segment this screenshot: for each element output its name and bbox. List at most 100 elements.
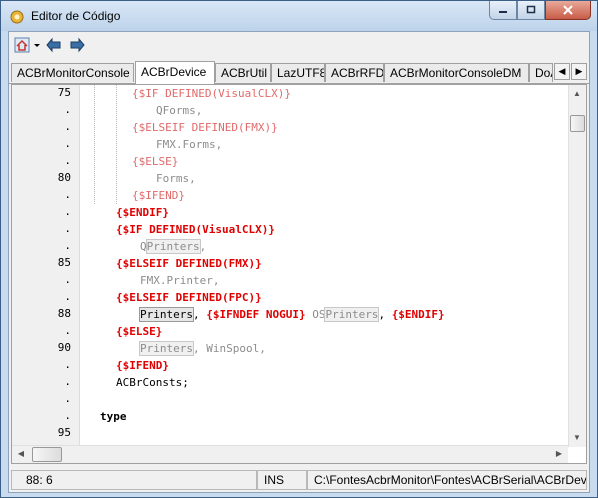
- code-line: type: [100, 408, 127, 425]
- cursor-position: 88: 6: [11, 470, 257, 490]
- highlighted-identifier: Printers: [139, 341, 194, 356]
- home-icon[interactable]: [14, 37, 30, 53]
- keyword: type: [100, 410, 127, 423]
- code-line: Printers, WinSpool,: [139, 340, 266, 357]
- code-line: Forms,: [156, 170, 196, 187]
- line-number: .: [64, 205, 71, 218]
- line-number: .: [64, 324, 71, 337]
- line-number: .: [64, 375, 71, 388]
- directive: {$ELSE}: [116, 325, 163, 338]
- scroll-thumb[interactable]: [32, 447, 62, 462]
- toolbar: [9, 32, 589, 60]
- code-line: FMX.Forms,: [156, 136, 222, 153]
- line-number: .: [64, 188, 71, 201]
- identifier: FMX.Forms,: [156, 138, 223, 151]
- code-editor[interactable]: 75 . . . . 80 . . . . 85 . . 88 . 90 . .…: [11, 84, 587, 464]
- directive: {$IFNDEF NOGUI}: [206, 308, 306, 321]
- directive: {$ELSEIF DEFINED(FPC)}: [116, 291, 262, 304]
- code-line: FMX.Printer,: [140, 272, 219, 289]
- line-number: 80: [57, 171, 71, 184]
- code-line: {$IF DEFINED(VisualCLX)}: [132, 85, 291, 102]
- scroll-down-arrow[interactable]: ▼: [569, 430, 585, 446]
- line-number: .: [64, 392, 71, 405]
- directive: {$ENDIF}: [391, 308, 445, 321]
- tab-scroll-left-button[interactable]: ◀: [554, 63, 570, 80]
- tab-scroll-right-button[interactable]: ▶: [571, 63, 587, 80]
- tab-acbrmonitorconsoledm[interactable]: ACBrMonitorConsoleDM: [384, 63, 529, 82]
- directive: {$ELSEIF DEFINED(FMX)}: [116, 257, 262, 270]
- scroll-right-arrow[interactable]: ▶: [551, 446, 567, 462]
- tab-lazutf8[interactable]: LazUTF8: [271, 63, 325, 82]
- line-number: 75: [57, 86, 71, 99]
- indent-guide: [116, 85, 117, 204]
- editor-window: Editor de Código ACBrMonitorConsole ACBr…: [0, 0, 598, 498]
- code-line: ACBrConsts;: [116, 374, 189, 391]
- tab-acbrutil[interactable]: ACBrUtil: [215, 63, 271, 82]
- highlighted-identifier: Printers: [324, 307, 380, 322]
- line-number: 90: [57, 341, 71, 354]
- code-line: QPrinters,: [140, 238, 206, 255]
- identifier: FMX.Printer,: [140, 274, 220, 287]
- file-tabs: ACBrMonitorConsole ACBrDevice ACBrUtil L…: [9, 61, 589, 84]
- code-line: Printers, {$IFNDEF NOGUI} OSPrinters, {$…: [139, 306, 445, 323]
- line-number: .: [64, 103, 71, 116]
- directive: {$ENDIF}: [116, 206, 169, 219]
- punctuation: ,: [199, 240, 207, 253]
- indent-guide: [94, 85, 95, 204]
- scroll-thumb[interactable]: [570, 115, 585, 132]
- line-number-gutter: 75 . . . . 80 . . . . 85 . . 88 . 90 . .…: [12, 85, 80, 447]
- scroll-up-arrow[interactable]: ▲: [569, 86, 585, 102]
- directive: {$ELSE}: [132, 155, 179, 168]
- punctuation: ,: [378, 308, 392, 321]
- tab-acbrrfd[interactable]: ACBrRFD: [325, 63, 384, 82]
- line-number: .: [64, 273, 71, 286]
- app-icon: [10, 10, 24, 24]
- code-line: {$ENDIF}: [116, 204, 169, 221]
- tab-doa[interactable]: DoA: [529, 63, 553, 82]
- line-number: .: [64, 358, 71, 371]
- identifier: ACBrConsts;: [116, 376, 189, 389]
- dropdown-arrow-icon[interactable]: [32, 37, 42, 53]
- code-area[interactable]: {$IF DEFINED(VisualCLX)} QForms, {$ELSEI…: [82, 85, 568, 447]
- status-bar: 88: 6 INS C:\FontesAcbrMonitor\Fontes\AC…: [9, 467, 589, 492]
- maximize-button[interactable]: [517, 1, 545, 20]
- line-number: 95: [57, 426, 71, 439]
- highlighted-identifier: Printers: [139, 307, 194, 322]
- window-title: Editor de Código: [31, 9, 121, 23]
- line-number: .: [64, 120, 71, 133]
- horizontal-scrollbar[interactable]: ◀ ▶: [12, 445, 568, 463]
- line-number: 85: [57, 256, 71, 269]
- scroll-left-arrow[interactable]: ◀: [13, 446, 29, 462]
- code-line: {$ELSEIF DEFINED(FPC)}: [116, 289, 262, 306]
- code-line: {$IFEND}: [116, 357, 169, 374]
- minimize-button[interactable]: [489, 1, 517, 20]
- tab-acbrmonitorconsole[interactable]: ACBrMonitorConsole: [11, 63, 134, 82]
- tab-acbrdevice[interactable]: ACBrDevice: [135, 61, 215, 84]
- identifier: OS: [305, 308, 326, 321]
- directive: {$IF DEFINED(VisualCLX)}: [132, 87, 291, 100]
- file-path: C:\FontesAcbrMonitor\Fontes\ACBrSerial\A…: [307, 470, 587, 490]
- code-line: {$IF DEFINED(VisualCLX)}: [116, 221, 275, 238]
- title-bar[interactable]: Editor de Código: [1, 1, 597, 31]
- identifier: Q: [140, 240, 147, 253]
- back-icon[interactable]: [46, 37, 62, 53]
- line-number: .: [64, 290, 71, 303]
- identifier: QForms,: [156, 104, 203, 117]
- line-number: .: [64, 154, 71, 167]
- forward-icon[interactable]: [69, 37, 85, 53]
- code-line: {$IFEND}: [132, 187, 185, 204]
- client-area: ACBrMonitorConsole ACBrDevice ACBrUtil L…: [8, 31, 590, 493]
- line-number: .: [64, 239, 71, 252]
- minimize-icon: [499, 11, 507, 13]
- close-icon: [563, 5, 573, 15]
- vertical-scrollbar[interactable]: ▲ ▼: [568, 85, 586, 447]
- code-line: {$ELSE}: [116, 323, 162, 340]
- directive: {$IFEND}: [116, 359, 169, 372]
- close-button[interactable]: [545, 1, 591, 20]
- line-number: 88: [57, 307, 71, 320]
- line-number: .: [64, 137, 71, 150]
- punctuation: ,: [192, 308, 207, 321]
- code-line: {$ELSE}: [132, 153, 178, 170]
- identifier: Forms,: [156, 172, 196, 185]
- line-number: .: [64, 409, 71, 422]
